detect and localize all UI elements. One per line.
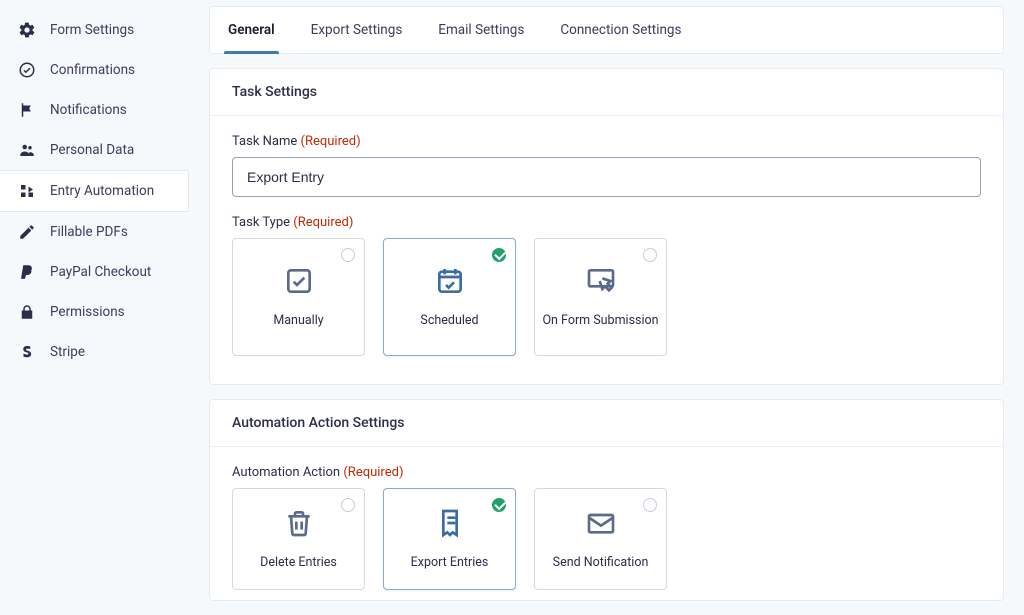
sidebar-item-label: Notifications	[50, 102, 127, 118]
sidebar-item-label: Confirmations	[50, 62, 135, 78]
form-click-icon	[585, 265, 617, 301]
option-label: Manually	[273, 313, 323, 329]
option-label: Delete Entries	[260, 555, 337, 571]
sidebar-item-entry-automation[interactable]: Entry Automation	[0, 170, 189, 212]
radio-indicator	[492, 248, 506, 262]
option-label: Scheduled	[420, 313, 478, 329]
sidebar-item-fillable-pdfs[interactable]: Fillable PDFs	[0, 212, 195, 252]
sidebar-item-label: PayPal Checkout	[50, 264, 151, 280]
radio-indicator	[643, 248, 657, 262]
task-type-options: Manually Scheduled On Fo	[232, 238, 981, 356]
task-settings-heading: Task Settings	[210, 69, 1003, 116]
action-export-entries[interactable]: Export Entries	[383, 488, 516, 590]
automation-action-label: Automation Action (Required)	[232, 465, 981, 480]
sidebar-item-personal-data[interactable]: Personal Data	[0, 130, 195, 170]
task-type-manually[interactable]: Manually	[232, 238, 365, 356]
trash-icon	[283, 507, 315, 543]
option-label: On Form Submission	[542, 313, 658, 329]
sidebar-item-label: Personal Data	[50, 142, 134, 158]
option-label: Send Notification	[553, 555, 649, 571]
sidebar-item-label: Stripe	[50, 344, 85, 360]
sidebar-item-stripe[interactable]: Stripe	[0, 332, 195, 372]
gear-icon	[18, 21, 36, 39]
sidebar: Form Settings Confirmations Notification…	[0, 0, 195, 615]
tab-general[interactable]: General	[224, 7, 279, 53]
sidebar-item-label: Form Settings	[50, 22, 134, 38]
automation-action-options: Delete Entries Export Entries	[232, 488, 981, 590]
tabs-bar: General Export Settings Email Settings C…	[209, 6, 1004, 54]
calendar-icon	[434, 265, 466, 301]
sidebar-item-permissions[interactable]: Permissions	[0, 292, 195, 332]
sidebar-item-label: Fillable PDFs	[50, 224, 128, 240]
tab-export-settings[interactable]: Export Settings	[307, 7, 407, 53]
stripe-icon	[18, 343, 36, 361]
document-icon	[434, 507, 466, 543]
task-name-label: Task Name (Required)	[232, 134, 981, 149]
task-type-label: Task Type (Required)	[232, 215, 981, 230]
radio-indicator	[492, 498, 506, 512]
envelope-icon	[585, 507, 617, 543]
radio-indicator	[643, 498, 657, 512]
flag-icon	[18, 101, 36, 119]
tab-email-settings[interactable]: Email Settings	[434, 7, 528, 53]
task-type-scheduled[interactable]: Scheduled	[383, 238, 516, 356]
sidebar-item-label: Entry Automation	[50, 183, 154, 199]
sidebar-item-form-settings[interactable]: Form Settings	[0, 10, 195, 50]
checkbox-card-icon	[283, 265, 315, 301]
lock-icon	[18, 303, 36, 321]
action-delete-entries[interactable]: Delete Entries	[232, 488, 365, 590]
option-label: Export Entries	[411, 555, 489, 571]
action-send-notification[interactable]: Send Notification	[534, 488, 667, 590]
tab-connection-settings[interactable]: Connection Settings	[556, 7, 685, 53]
sidebar-item-notifications[interactable]: Notifications	[0, 90, 195, 130]
sidebar-item-label: Permissions	[50, 304, 125, 320]
task-name-input[interactable]	[232, 157, 981, 197]
automation-action-heading: Automation Action Settings	[210, 400, 1003, 447]
check-circle-icon	[18, 61, 36, 79]
main-content: General Export Settings Email Settings C…	[195, 0, 1024, 615]
radio-indicator	[341, 498, 355, 512]
people-icon	[18, 141, 36, 159]
sidebar-item-confirmations[interactable]: Confirmations	[0, 50, 195, 90]
automation-icon	[18, 182, 36, 200]
pen-icon	[18, 223, 36, 241]
radio-indicator	[341, 248, 355, 262]
paypal-icon	[18, 263, 36, 281]
automation-action-panel: Automation Action Settings Automation Ac…	[209, 399, 1004, 601]
task-type-on-submission[interactable]: On Form Submission	[534, 238, 667, 356]
task-settings-panel: Task Settings Task Name (Required) Task …	[209, 68, 1004, 385]
sidebar-item-paypal-checkout[interactable]: PayPal Checkout	[0, 252, 195, 292]
